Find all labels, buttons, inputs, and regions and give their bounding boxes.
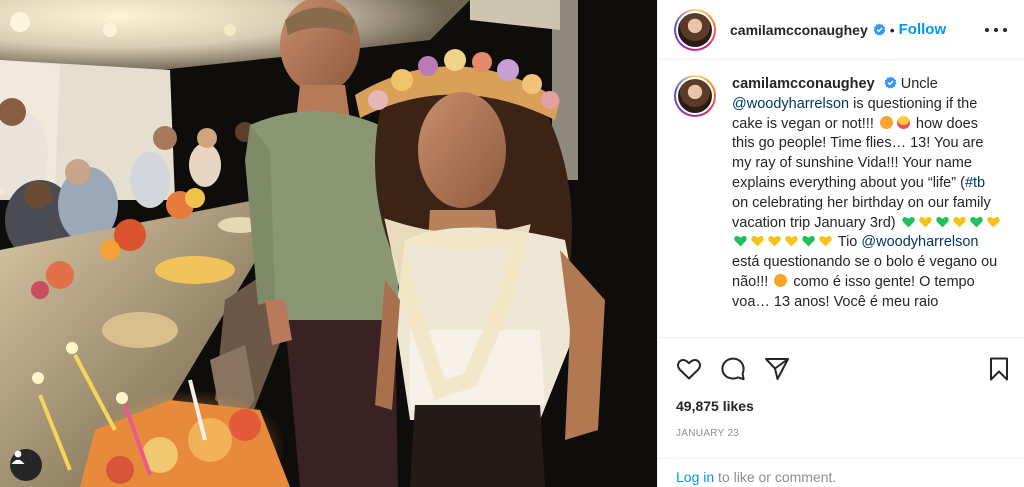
likes-count[interactable]: 49,875 likes — [676, 398, 754, 414]
post-date[interactable]: JANUARY 23 — [676, 428, 739, 439]
laughing-face-emoji-icon — [879, 115, 893, 129]
yellow-heart-emoji-icon — [918, 216, 932, 227]
photo-scene — [0, 0, 657, 487]
mention-link[interactable]: @woodyharrelson — [732, 96, 849, 112]
header-username[interactable]: camilamcconaughey — [730, 22, 868, 38]
caption-avatar[interactable] — [674, 75, 716, 117]
tagged-users-button[interactable] — [10, 449, 42, 481]
heart-eyes-emoji-icon — [896, 115, 910, 129]
green-heart-emoji-icon — [969, 216, 983, 227]
post-photo[interactable] — [0, 0, 657, 487]
login-prompt-text: to like or comment. — [714, 469, 837, 485]
caption-avatar-image — [678, 79, 712, 113]
follow-button[interactable]: Follow — [899, 21, 947, 38]
header-separator: • — [889, 21, 895, 38]
post-side-panel: camilamcconaughey • Follow camilamcconau… — [657, 0, 1024, 487]
caption-username[interactable]: camilamcconaughey — [732, 76, 875, 92]
hashtag-link[interactable]: #tb — [965, 175, 985, 191]
caption-text: camilamcconaughey Uncle @woodyharrelson … — [732, 75, 1002, 336]
user-icon — [11, 450, 25, 464]
yellow-heart-emoji-icon — [986, 216, 1000, 227]
caption-segment: Tio — [834, 234, 862, 251]
login-prompt: Log in to like or comment. — [658, 458, 1024, 487]
yellow-heart-emoji-icon — [952, 216, 966, 227]
send-icon[interactable] — [764, 356, 790, 382]
yellow-heart-emoji-icon — [785, 236, 798, 247]
green-heart-emoji-icon — [802, 236, 815, 247]
laughing-face-emoji-icon — [774, 273, 788, 287]
verified-badge-icon — [873, 23, 886, 36]
post-actions — [658, 337, 1024, 395]
login-link[interactable]: Log in — [676, 469, 714, 485]
yellow-heart-emoji-icon — [751, 236, 764, 247]
avatar-image — [678, 12, 712, 47]
bookmark-icon[interactable] — [986, 356, 1012, 382]
comment-icon[interactable] — [720, 356, 746, 382]
green-heart-emoji-icon — [935, 216, 949, 227]
avatar[interactable] — [674, 8, 716, 51]
caption-area[interactable]: camilamcconaughey Uncle @woodyharrelson … — [658, 61, 1024, 336]
post-header: camilamcconaughey • Follow — [658, 0, 1024, 60]
mention-link[interactable]: @woodyharrelson — [861, 234, 978, 250]
green-heart-emoji-icon — [734, 236, 747, 247]
yellow-heart-emoji-icon — [768, 236, 781, 247]
green-heart-emoji-icon — [901, 216, 915, 227]
heart-icon[interactable] — [676, 356, 702, 382]
yellow-heart-emoji-icon — [819, 236, 832, 247]
caption-segment: Uncle — [896, 76, 938, 92]
verified-badge-icon — [884, 76, 897, 89]
more-horizontal-icon[interactable] — [985, 20, 1007, 40]
